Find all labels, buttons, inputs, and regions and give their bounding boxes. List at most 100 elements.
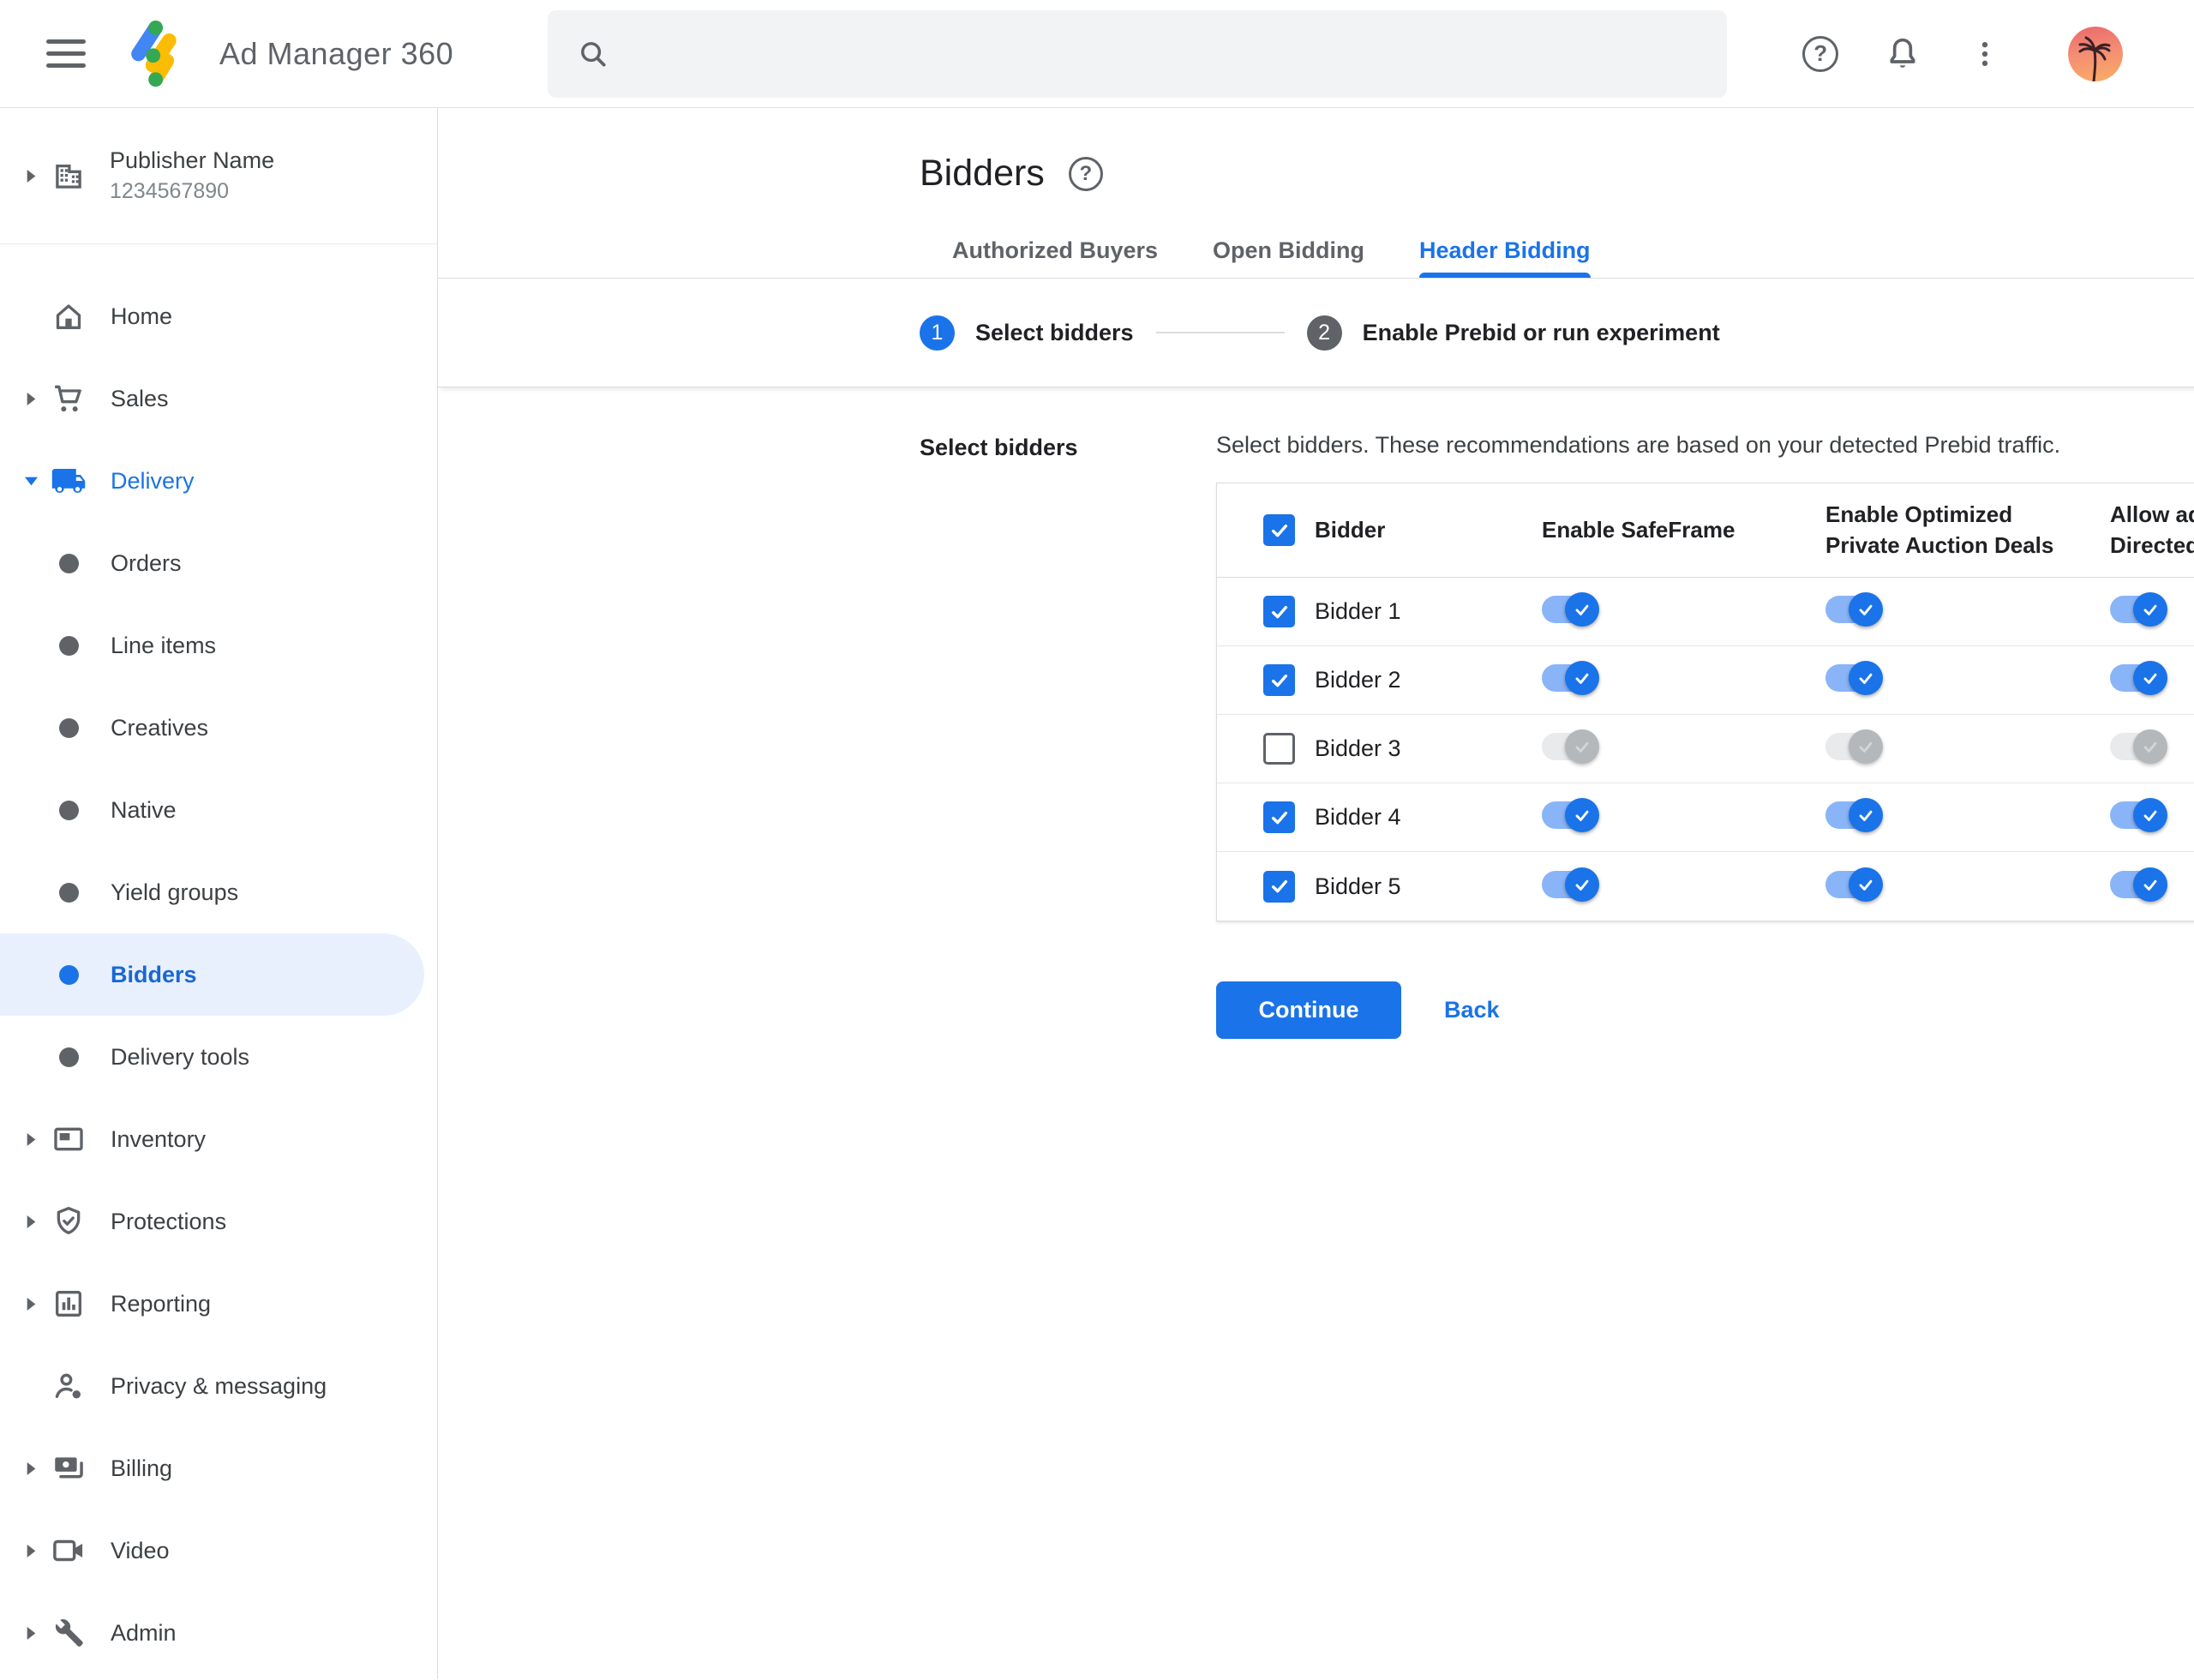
sidebar-item-creatives[interactable]: Creatives [0, 687, 437, 769]
stepper-connector [1155, 332, 1285, 333]
truck-icon [50, 463, 87, 499]
optimized-deals-toggle-bidder-5[interactable] [1825, 867, 1884, 902]
sidebar-item-native[interactable]: Native [0, 769, 437, 851]
select-all-checkbox[interactable] [1263, 514, 1295, 546]
sidebar-item-reporting[interactable]: Reporting [0, 1263, 437, 1345]
safeframe-toggle-bidder-1[interactable] [1542, 592, 1600, 627]
sidebar-item-privacy-messaging[interactable]: Privacy & messaging [0, 1345, 437, 1427]
video-icon [50, 1533, 87, 1569]
help-button[interactable]: ? [1799, 33, 1842, 75]
tab-bar: Authorized Buyers Open Bidding Header Bi… [920, 237, 2194, 278]
back-button[interactable]: Back [1444, 997, 1500, 1023]
child-directed-toggle-bidder-4[interactable] [2110, 798, 2168, 832]
bidder-name: Bidder 4 [1315, 804, 1401, 830]
caret-right-icon [21, 392, 41, 405]
search-icon [581, 41, 606, 67]
caret-right-icon [21, 1297, 41, 1311]
row-checkbox-bidder-5[interactable] [1263, 870, 1295, 903]
sidebar-item-inventory[interactable]: Inventory [0, 1098, 437, 1180]
sidebar-nav: Home Sales Delivery Orders Line items Creativ… [0, 244, 437, 1674]
publisher-switcher[interactable]: Publisher Name 1234567890 [0, 108, 437, 244]
sidebar-item-line-items[interactable]: Line items [0, 604, 437, 687]
publisher-name: Publisher Name [110, 147, 275, 173]
inventory-icon [50, 1122, 87, 1156]
tab-header-bidding[interactable]: Header Bidding [1419, 237, 1591, 278]
step-2-circle: 2 [1306, 315, 1342, 351]
section-description: Select bidders. These recommendations ar… [1216, 432, 2061, 458]
sidebar-item-sales[interactable]: Sales [0, 357, 437, 440]
page-header: Bidders ? Authorized Buyers Open Bidding… [438, 108, 2194, 279]
more-options-button[interactable] [1963, 33, 2006, 75]
building-icon [50, 158, 87, 194]
caret-right-icon [21, 1132, 41, 1146]
row-checkbox-bidder-2[interactable] [1263, 664, 1295, 696]
tab-authorized-buyers[interactable]: Authorized Buyers [952, 237, 1158, 278]
topbar-actions: ? [1799, 26, 2124, 81]
caret-right-icon [21, 1461, 41, 1475]
table-row-bidder-1: Bidder 1 [1217, 578, 2194, 646]
sidebar-item-video[interactable]: Video [0, 1509, 437, 1592]
top-bar: Ad Manager 360 ? [0, 0, 2194, 108]
safeframe-toggle-bidder-3[interactable] [1542, 729, 1600, 764]
optimized-deals-toggle-bidder-3[interactable] [1825, 729, 1884, 764]
optimized-deals-toggle-bidder-4[interactable] [1825, 798, 1884, 832]
notifications-button[interactable] [1881, 33, 1924, 75]
child-directed-toggle-bidder-1[interactable] [2110, 592, 2168, 627]
child-directed-toggle-bidder-5[interactable] [2110, 867, 2168, 902]
shield-icon [50, 1204, 87, 1239]
sidebar-item-bidders[interactable]: Bidders [0, 933, 424, 1016]
bidder-name: Bidder 1 [1315, 598, 1401, 624]
child-directed-toggle-bidder-3[interactable] [2110, 729, 2168, 764]
table-row-bidder-3: Bidder 3 [1217, 715, 2194, 783]
bullet-icon [50, 553, 87, 573]
toggle-thumb-check-icon [1565, 798, 1599, 832]
row-checkbox-bidder-4[interactable] [1263, 801, 1295, 833]
toggle-thumb-check-icon [1565, 592, 1599, 627]
row-checkbox-bidder-1[interactable] [1263, 596, 1295, 627]
bullet-icon [50, 964, 87, 985]
sidebar-item-protections[interactable]: Protections [0, 1180, 437, 1263]
row-checkbox-bidder-3[interactable] [1263, 733, 1295, 765]
sidebar-item-label: Delivery tools [111, 1043, 250, 1070]
bell-icon [1890, 38, 1915, 68]
sidebar-item-delivery-tools[interactable]: Delivery tools [0, 1016, 437, 1098]
safeframe-toggle-bidder-2[interactable] [1542, 661, 1600, 695]
sidebar-item-delivery[interactable]: Delivery [0, 440, 437, 522]
toggle-thumb-check-icon [1849, 729, 1883, 764]
sidebar-item-label: Admin [111, 1619, 177, 1646]
column-header-child-directed: Allow ads on Child-Directed Requests [2110, 501, 2194, 558]
toggle-thumb-check-icon [1565, 867, 1599, 902]
admin-icon [50, 1616, 87, 1650]
sidebar-item-admin[interactable]: Admin [0, 1592, 437, 1674]
table-row-bidder-4: Bidder 4 [1217, 783, 2194, 852]
caret-right-icon [21, 1215, 41, 1228]
sidebar-item-orders[interactable]: Orders [0, 522, 437, 604]
safeframe-toggle-bidder-5[interactable] [1542, 867, 1600, 902]
safeframe-toggle-bidder-4[interactable] [1542, 798, 1600, 832]
account-avatar[interactable] [2068, 26, 2124, 81]
table-header-row: Bidder Enable SafeFrame Enable Optimized… [1217, 483, 2194, 578]
menu-icon[interactable] [46, 39, 86, 68]
section-label: Select bidders [920, 435, 1078, 460]
step-select-bidders: 1 Select bidders [920, 315, 1134, 351]
page-help-icon[interactable]: ? [1068, 156, 1103, 191]
stepper: 1 Select bidders 2 Enable Prebid or run … [438, 279, 2194, 387]
bullet-icon [50, 635, 87, 656]
caret-right-icon [21, 1544, 41, 1557]
toggle-thumb-check-icon [2133, 661, 2167, 695]
sidebar-item-billing[interactable]: Billing [0, 1427, 437, 1509]
optimized-deals-toggle-bidder-1[interactable] [1825, 592, 1884, 627]
tab-open-bidding[interactable]: Open Bidding [1213, 237, 1364, 278]
sidebar-item-yield-groups[interactable]: Yield groups [0, 851, 437, 933]
column-header-safeframe: Enable SafeFrame [1542, 516, 1735, 543]
search-bar[interactable] [548, 9, 1728, 98]
continue-button[interactable]: Continue [1216, 981, 1401, 1039]
sidebar-item-home[interactable]: Home [0, 275, 437, 357]
search-input[interactable] [630, 9, 1728, 98]
optimized-deals-toggle-bidder-2[interactable] [1825, 661, 1884, 695]
child-directed-toggle-bidder-2[interactable] [2110, 661, 2168, 695]
column-header-bidder: Bidder [1315, 516, 1386, 543]
sidebar-item-label: Orders [111, 549, 182, 576]
sidebar-item-label: Delivery [111, 467, 195, 494]
toggle-thumb-check-icon [1565, 661, 1599, 695]
